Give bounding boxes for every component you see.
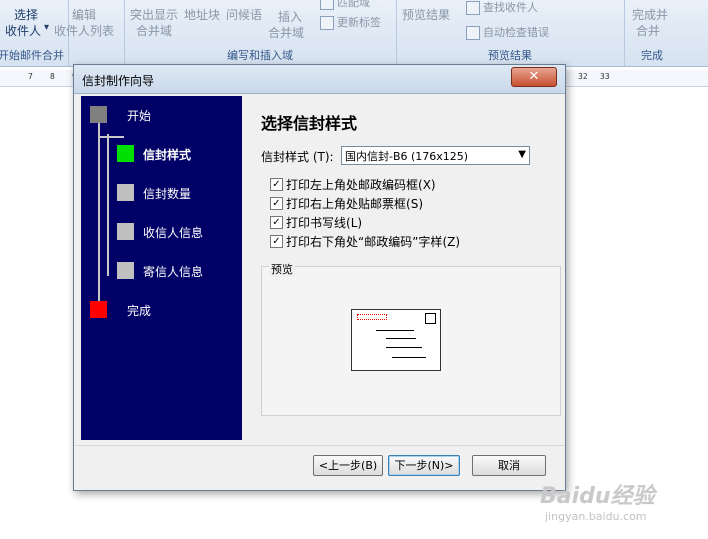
ruler-tick-label: 8 <box>50 72 55 81</box>
envelope-preview <box>351 309 441 371</box>
ruler-tick-label: 32 <box>578 72 588 81</box>
step-marker-icon <box>90 301 107 318</box>
address-line <box>386 338 416 339</box>
option-hotkey: (S) <box>406 197 423 211</box>
address-line <box>392 357 426 358</box>
step-marker-icon <box>117 223 134 240</box>
finish-merge-button[interactable]: 完成并 <box>632 6 668 23</box>
page-title: 选择信封样式 <box>261 114 358 133</box>
group-write-insert-fields: 突出显示 合并域 地址块 问候语 插入 合并域 匹配域 更新标签 编写和插入域 <box>124 0 397 66</box>
back-button[interactable]: <上一步(B) <box>313 455 383 476</box>
ribbon: 选择 收件人 ▾ 开始邮件合并 编辑 收件人列表 突出显示 合并域 地址块 问候… <box>0 0 708 67</box>
highlight-merge-fields-line2[interactable]: 合并域 <box>136 22 172 39</box>
highlight-merge-fields-button[interactable]: 突出显示 <box>130 6 178 23</box>
option-checkbox[interactable]: ✓ <box>270 197 283 210</box>
preview-results-button[interactable]: 预览结果 <box>402 6 450 23</box>
insert-merge-field-button[interactable]: 插入 <box>278 8 302 25</box>
steps-line-inner <box>107 134 109 276</box>
next-button[interactable]: 下一步(N)> <box>388 455 460 476</box>
envelope-style-label: 信封样式 (T): <box>261 150 334 164</box>
step-label: 开始 <box>127 109 152 123</box>
watermark-logo: Baidu经验 <box>540 484 655 509</box>
step-label: 寄信人信息 <box>143 265 204 279</box>
update-labels-button[interactable]: 更新标签 <box>320 14 381 30</box>
group-finish: 完成并 合并 完成 <box>624 0 708 66</box>
dialog-titlebar[interactable]: 信封制作向导 ✕ <box>74 65 565 94</box>
step-marker-icon <box>117 262 134 279</box>
ruler-tick-label: 7 <box>28 72 33 81</box>
group-edit-recipients: 编辑 收件人列表 <box>54 0 125 66</box>
option-checkbox[interactable]: ✓ <box>270 235 283 248</box>
option-label[interactable]: 打印书写线(L) <box>286 214 362 231</box>
edit-recipients-button-line1[interactable]: 编辑 <box>72 6 96 23</box>
select-recipients-button-line1[interactable]: 选择 <box>14 6 38 23</box>
steps-line-left <box>98 113 100 309</box>
option-label[interactable]: 打印左上角处邮政编码框(X) <box>286 176 436 193</box>
option-hotkey: (L) <box>346 216 363 230</box>
dropdown-arrow-icon[interactable]: ▼ <box>518 149 526 160</box>
stamp-box <box>425 313 436 324</box>
divider <box>74 445 565 446</box>
dialog-title: 信封制作向导 <box>82 74 155 88</box>
find-recipient-icon <box>466 1 480 15</box>
option-text: 打印右上角处贴邮票框 <box>286 197 407 211</box>
match-fields-button[interactable]: 匹配域 <box>320 0 370 10</box>
address-block-button[interactable]: 地址块 <box>184 6 220 23</box>
group-label: 完成 <box>641 49 663 62</box>
option-label[interactable]: 打印右上角处贴邮票框(S) <box>286 195 423 212</box>
option-checkbox[interactable]: ✓ <box>270 178 283 191</box>
step-label: 完成 <box>127 304 152 318</box>
option-hotkey: (X) <box>418 178 436 192</box>
preview-label: 预览 <box>269 261 295 277</box>
select-recipients-button-line2[interactable]: 收件人 <box>5 22 41 39</box>
group-label: 预览结果 <box>488 49 532 62</box>
finish-merge-button-line2[interactable]: 合并 <box>636 22 660 39</box>
cancel-button[interactable]: 取消 <box>472 455 546 476</box>
option-checkbox[interactable]: ✓ <box>270 216 283 229</box>
address-line <box>386 347 422 348</box>
wizard-steps-panel: 开始信封样式信封数量收信人信息寄信人信息完成 <box>81 96 242 440</box>
auto-check-errors-button[interactable]: 自动检查错误 <box>466 24 549 40</box>
watermark-url: jingyan.baidu.com <box>545 510 647 523</box>
step-label: 收信人信息 <box>143 226 204 240</box>
option-label[interactable]: 打印右下角处“邮政编码”字样(Z) <box>286 233 460 250</box>
postcode-boxes <box>357 314 387 320</box>
group-label: 开始邮件合并 <box>0 49 64 62</box>
step-label: 信封数量 <box>143 187 192 201</box>
ruler-tick-label: 33 <box>600 72 610 81</box>
match-fields-icon <box>320 0 334 10</box>
envelope-wizard-dialog: 信封制作向导 ✕ 开始信封样式信封数量收信人信息寄信人信息完成 选择信封样式 信… <box>73 64 566 491</box>
group-preview-results: 预览结果 查找收件人 自动检查错误 预览结果 <box>396 0 625 66</box>
option-text: 打印书写线 <box>286 216 347 230</box>
chevron-down-icon[interactable]: ▾ <box>44 22 49 33</box>
envelope-style-value: 国内信封-B6 (176x125) <box>345 150 469 163</box>
steps-connector <box>98 136 124 138</box>
envelope-style-select[interactable]: 国内信封-B6 (176x125) ▼ <box>341 146 530 165</box>
option-text: 打印左上角处邮政编码框 <box>286 178 419 192</box>
insert-merge-field-line2[interactable]: 合并域 <box>268 24 304 41</box>
step-marker-icon <box>117 145 134 162</box>
address-line <box>376 330 414 331</box>
greeting-line-button[interactable]: 问候语 <box>226 6 262 23</box>
step-marker-icon <box>90 106 107 123</box>
option-text: 打印右下角处“邮政编码”字样 <box>286 235 443 249</box>
close-button[interactable]: ✕ <box>511 67 557 87</box>
option-hotkey: (Z) <box>442 235 461 249</box>
group-label: 编写和插入域 <box>227 49 293 62</box>
update-labels-icon <box>320 16 334 30</box>
step-label: 信封样式 <box>143 148 192 162</box>
auto-check-icon <box>466 26 480 40</box>
step-marker-icon <box>117 184 134 201</box>
edit-recipients-button-line2[interactable]: 收件人列表 <box>54 22 114 39</box>
find-recipient-button[interactable]: 查找收件人 <box>466 0 538 15</box>
